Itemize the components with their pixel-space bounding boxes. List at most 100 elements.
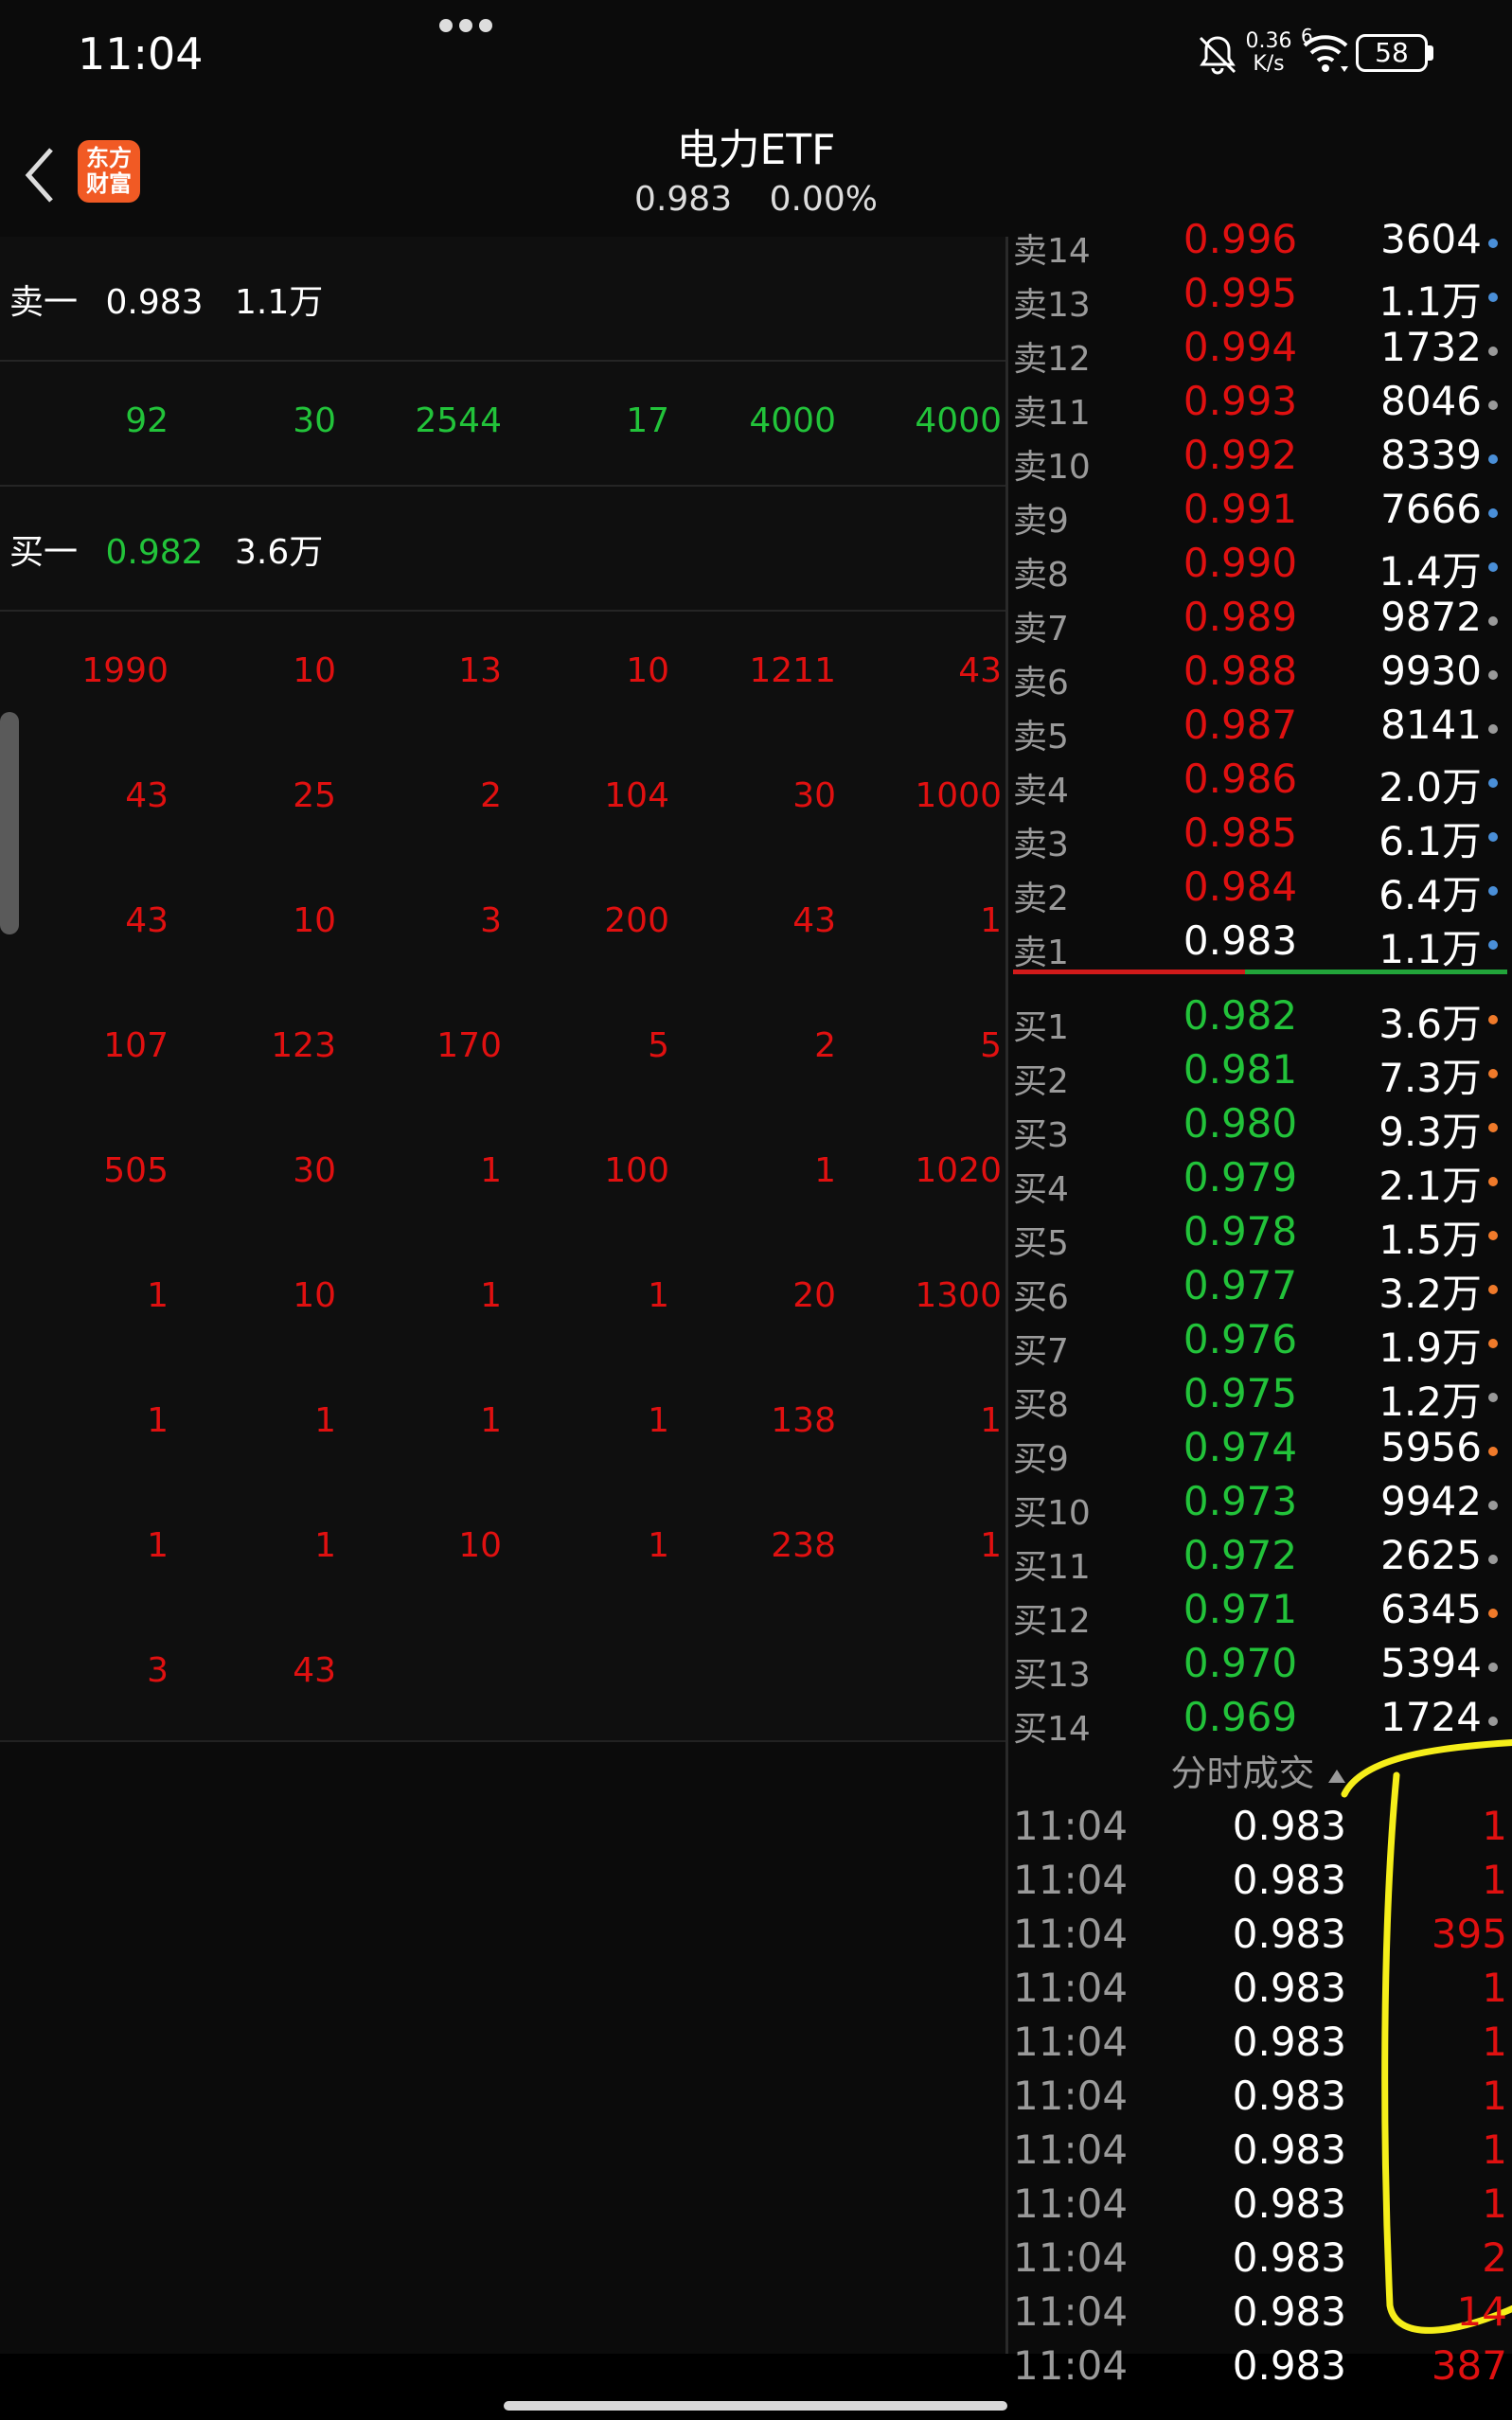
- header-change-pct: 0.00%: [769, 180, 878, 219]
- tick-volume: 1: [1482, 2073, 1507, 2119]
- bid-queue-cell: 170: [436, 1026, 502, 1065]
- order-book-ask-price: 0.989: [1183, 594, 1298, 640]
- order-book-bid-price: 0.979: [1183, 1154, 1298, 1201]
- order-book-bid-volume: 5394: [1380, 1640, 1482, 1686]
- bid-queue-cell: 505: [103, 1151, 169, 1190]
- order-book-dot: [1488, 1339, 1498, 1348]
- order-book-dot: [1488, 1123, 1498, 1132]
- tick-price: 0.983: [1232, 2019, 1346, 2065]
- bid-queue-cell: 5: [648, 1026, 669, 1065]
- order-book-bid-label: 买14: [1013, 1710, 1091, 1749]
- tick-time: 11:04: [1013, 1803, 1129, 1849]
- battery-nub: [1428, 45, 1433, 61]
- order-book-ask-label: 卖13: [1013, 286, 1091, 325]
- ask-one-row: 卖一 0.983 1.1万: [9, 275, 323, 324]
- tick-price: 0.983: [1232, 1857, 1346, 1903]
- order-book-ask-volume: 2.0万: [1379, 764, 1482, 810]
- order-book-ask-volume: 1.1万: [1379, 926, 1482, 972]
- bid-queue-cell: 43: [792, 901, 836, 940]
- order-book-dot: [1488, 400, 1498, 410]
- order-book-bid-volume: 5956: [1380, 1424, 1482, 1470]
- order-book-dot: [1488, 1555, 1498, 1564]
- order-book-ask-volume: 9872: [1380, 594, 1482, 640]
- order-book-dot: [1488, 1609, 1498, 1618]
- order-book-bid-label: 买12: [1013, 1602, 1091, 1641]
- bid-queue-cell: 1: [980, 1526, 1002, 1565]
- order-book-bid-price: 0.978: [1183, 1208, 1298, 1254]
- order-book-bid-label: 买6: [1013, 1278, 1069, 1317]
- page-title: 电力ETF: [676, 126, 836, 174]
- order-book-bid-label: 买11: [1013, 1548, 1091, 1587]
- tick-volume: 1: [1482, 2019, 1507, 2065]
- order-book-dot: [1488, 1069, 1498, 1078]
- bid-queue-cell: 1: [147, 1276, 169, 1315]
- order-book-bid-volume: 2625: [1380, 1532, 1482, 1578]
- bid-queue-cell: 1990: [81, 651, 169, 690]
- order-book-dot: [1488, 1285, 1498, 1294]
- order-book-bid-volume: 3.2万: [1379, 1271, 1482, 1317]
- bid-queue-cell: 10: [293, 901, 336, 940]
- order-book-bid-label: 买13: [1013, 1656, 1091, 1695]
- network-speed-value: 0.36: [1245, 29, 1292, 53]
- ask-queue-cell: 4000: [915, 401, 1002, 440]
- order-book-bid-label: 买4: [1013, 1170, 1069, 1209]
- bid-queue-cell: 1: [480, 1276, 502, 1315]
- order-book-ask-price: 0.987: [1183, 702, 1298, 748]
- order-book-ask-volume: 8339: [1380, 432, 1482, 478]
- order-book-dot: [1488, 1447, 1498, 1456]
- tick-price: 0.983: [1232, 2342, 1346, 2389]
- order-book-bid-label: 买5: [1013, 1224, 1069, 1263]
- order-book-bid-volume: 1.9万: [1379, 1325, 1482, 1371]
- order-book-bid-label: 买10: [1013, 1494, 1091, 1533]
- more-dot-icon: [439, 19, 453, 32]
- order-book-bid-volume: 2.1万: [1379, 1163, 1482, 1209]
- divider: [0, 360, 1005, 362]
- order-book-dot: [1488, 940, 1498, 950]
- bid-queue-cell: 1300: [915, 1276, 1002, 1315]
- tick-time: 11:04: [1013, 1857, 1129, 1903]
- network-speed: 0.36 K/s: [1244, 30, 1293, 76]
- order-book-ask-label: 卖9: [1013, 502, 1069, 541]
- bid-queue-cell: 1: [648, 1401, 669, 1440]
- bid-queue-cell: 10: [458, 1526, 502, 1565]
- bid-queue-cell: 2: [814, 1026, 836, 1065]
- order-book-bid-price: 0.977: [1183, 1262, 1298, 1308]
- order-book-bid-label: 买3: [1013, 1116, 1069, 1155]
- tick-volume: 1: [1482, 2180, 1507, 2227]
- order-book-ask-label: 卖5: [1013, 718, 1069, 756]
- scrollbar-handle[interactable]: [0, 712, 19, 934]
- tick-time: 11:04: [1013, 2073, 1129, 2119]
- order-book-ask-price: 0.983: [1183, 917, 1298, 964]
- bid-queue-cell: 30: [293, 1151, 336, 1190]
- bid-queue-cell: 1: [648, 1276, 669, 1315]
- home-indicator[interactable]: [504, 2401, 1007, 2411]
- order-book-dot: [1488, 886, 1498, 896]
- tick-time: 11:04: [1013, 2180, 1129, 2227]
- order-book-ask-label: 卖8: [1013, 556, 1069, 595]
- bid-queue-cell: 138: [771, 1401, 836, 1440]
- bid-queue-cell: 104: [604, 776, 669, 815]
- tick-time: 11:04: [1013, 2019, 1129, 2065]
- ask-queue-cell: 4000: [749, 401, 836, 440]
- tick-price: 0.983: [1232, 2288, 1346, 2335]
- order-book-bid-price: 0.981: [1183, 1046, 1298, 1093]
- tick-time: 11:04: [1013, 2126, 1129, 2173]
- ask-queue-cell: 2544: [415, 401, 502, 440]
- order-book-bid-price: 0.980: [1183, 1100, 1298, 1147]
- bid-one-volume: 3.6万: [234, 533, 324, 572]
- order-book-bid-volume: 1724: [1380, 1694, 1482, 1740]
- bid-queue-cell: 200: [604, 901, 669, 940]
- order-book-bid-volume: 7.3万: [1379, 1055, 1482, 1101]
- tick-volume: 14: [1456, 2288, 1507, 2335]
- status-time: 11:04: [78, 28, 204, 80]
- order-book-bid-price: 0.976: [1183, 1316, 1298, 1362]
- order-book-ask-label: 卖3: [1013, 826, 1069, 864]
- order-queue-panel: [0, 237, 1005, 1742]
- order-book-dot: [1488, 562, 1498, 572]
- more-dot-icon: [479, 19, 492, 32]
- bid-queue-cell: 30: [792, 776, 836, 815]
- order-book-dot: [1488, 454, 1498, 464]
- order-book-bid-volume: 9942: [1380, 1478, 1482, 1524]
- order-book-ask-volume: 1.4万: [1379, 548, 1482, 595]
- order-book-bid-price: 0.975: [1183, 1370, 1298, 1416]
